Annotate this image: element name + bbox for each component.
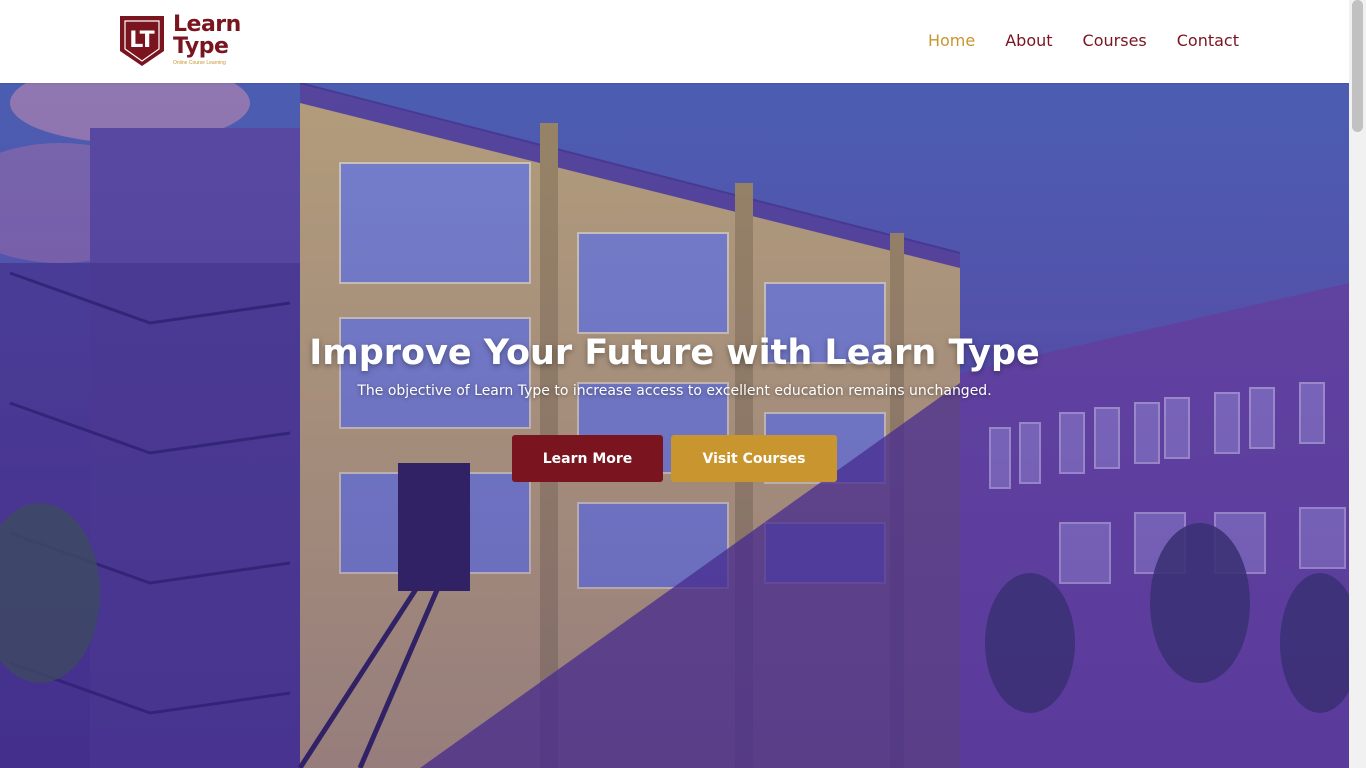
logo-tagline: Online Course Learning: [173, 60, 226, 66]
hero-section: Improve Your Future with Learn Type The …: [0, 83, 1349, 768]
hero-title: Improve Your Future with Learn Type: [309, 333, 1040, 373]
logo-shield-icon: LT: [120, 16, 164, 66]
page-scrollbar[interactable]: [1349, 0, 1366, 768]
logo-wordmark: Learn Type: [173, 14, 241, 58]
nav-contact[interactable]: Contact: [1177, 31, 1239, 51]
site-header: LT Learn Type Online Course Learning Hom…: [0, 0, 1349, 83]
logo[interactable]: LT Learn Type Online Course Learning: [119, 14, 249, 70]
visit-courses-button[interactable]: Visit Courses: [671, 435, 837, 482]
hero-subtitle: The objective of Learn Type to increase …: [357, 383, 992, 399]
main-nav: Home About Courses Contact: [928, 31, 1239, 51]
learn-more-button[interactable]: Learn More: [512, 435, 663, 482]
logo-mark: LT: [129, 28, 154, 53]
nav-courses[interactable]: Courses: [1083, 31, 1147, 51]
nav-about[interactable]: About: [1005, 31, 1052, 51]
scrollbar-thumb[interactable]: [1352, 0, 1363, 132]
hero-overlay: [0, 83, 1349, 768]
nav-home[interactable]: Home: [928, 31, 975, 51]
logo-word-line2: Type: [173, 34, 229, 59]
